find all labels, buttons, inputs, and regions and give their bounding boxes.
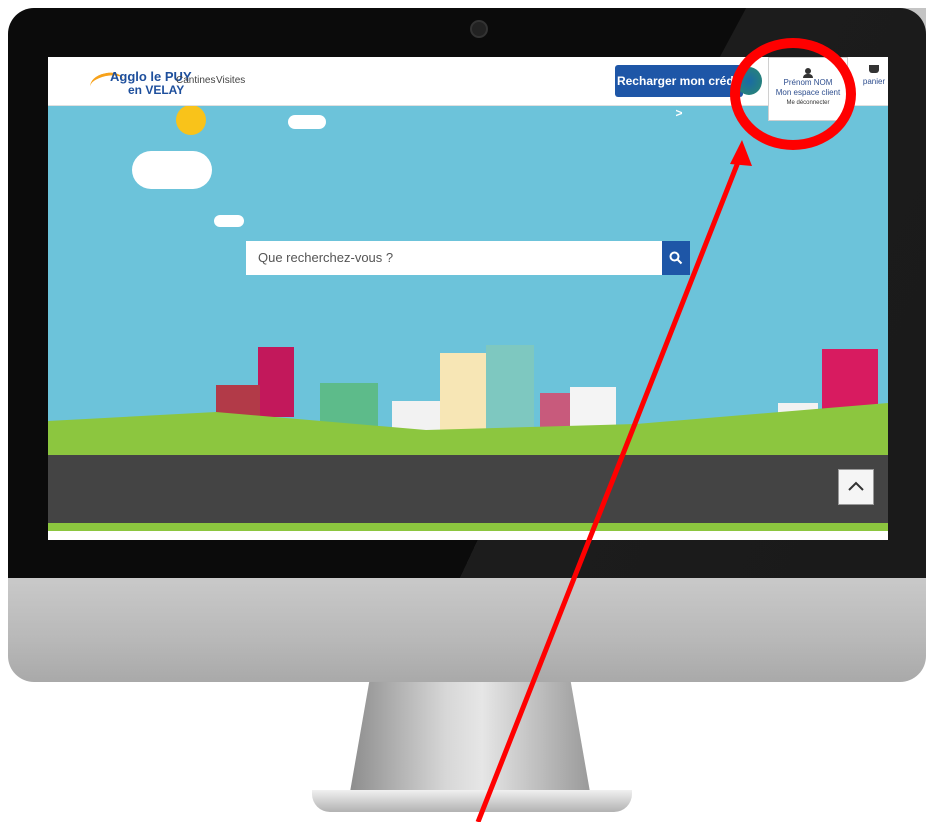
annotation-arrow bbox=[475, 140, 752, 822]
arrow-line bbox=[475, 151, 745, 822]
arrow-head-icon bbox=[730, 140, 752, 166]
